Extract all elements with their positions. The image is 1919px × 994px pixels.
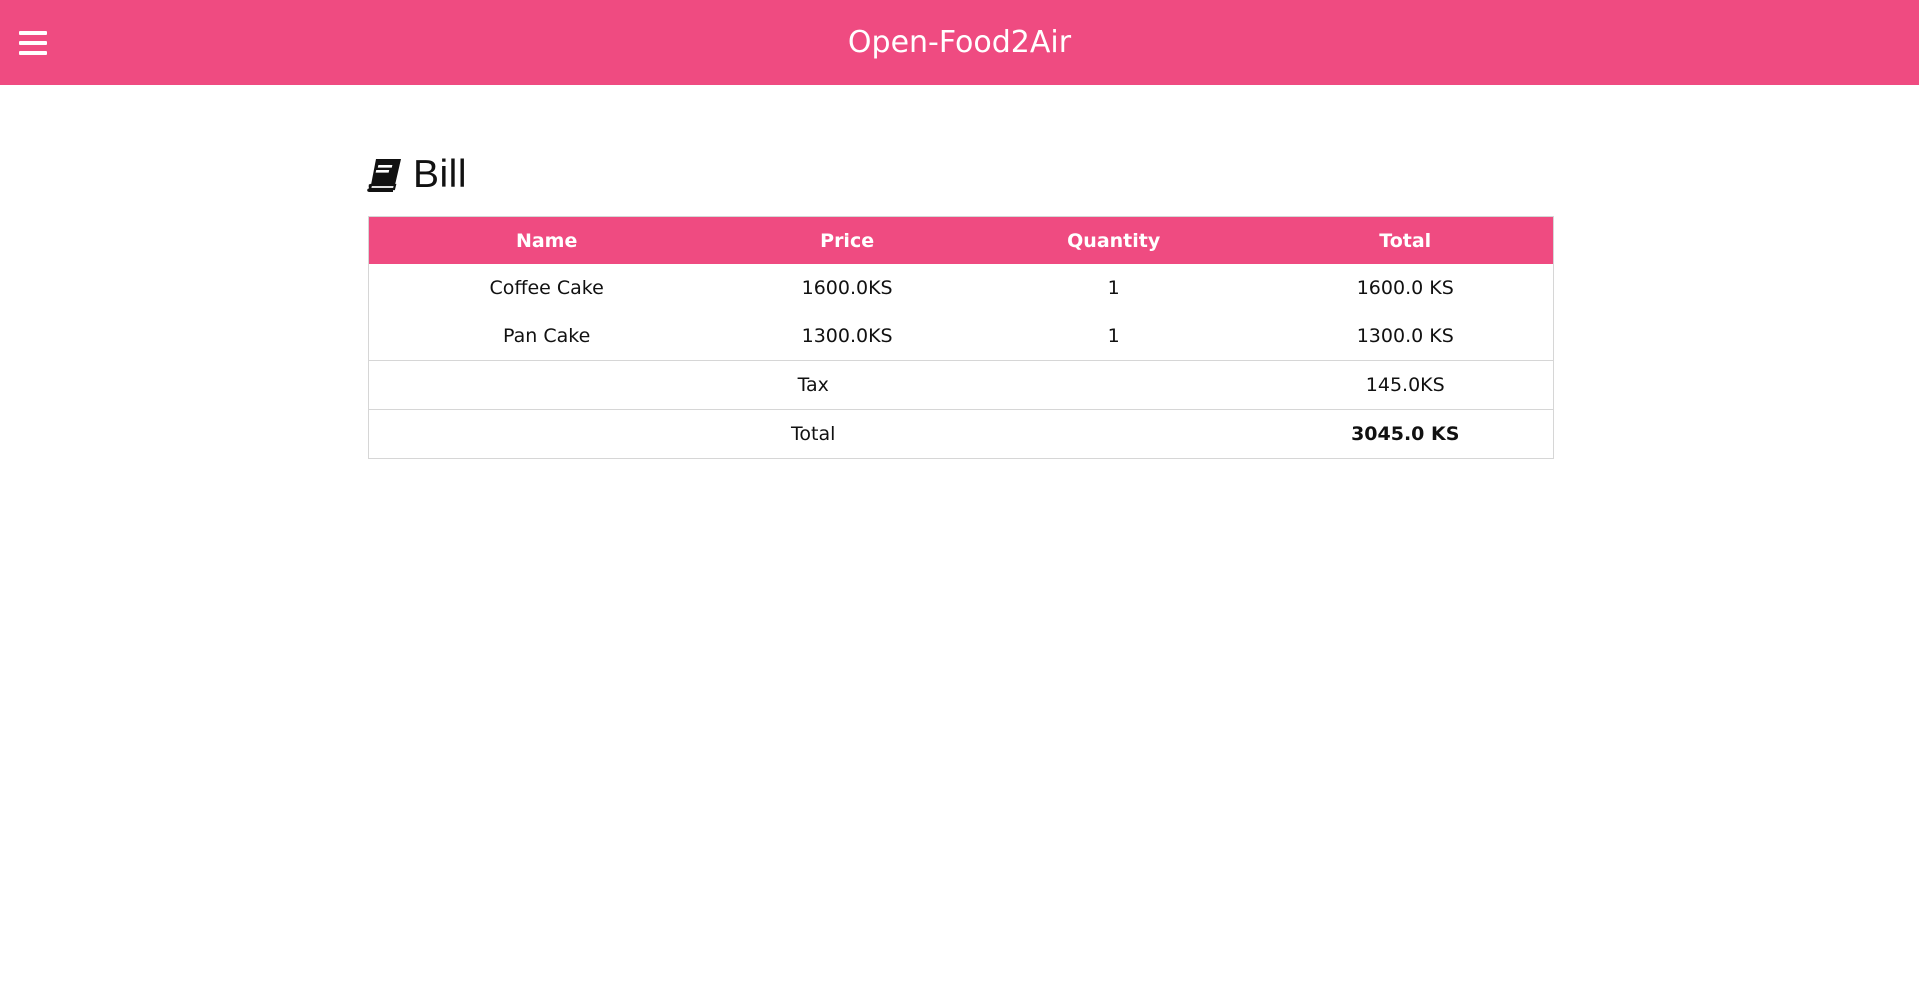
table-header-row: Name Price Quantity Total <box>368 216 1554 264</box>
item-name: Pan Cake <box>503 325 591 347</box>
tax-value: 145.0KS <box>1257 360 1554 410</box>
item-total: 1300.0 KS <box>1356 325 1454 347</box>
book-icon <box>367 159 401 192</box>
item-name: Coffee Cake <box>489 277 604 299</box>
page-title: Bill <box>413 153 468 196</box>
item-price: 1600.0KS <box>801 277 893 299</box>
grand-total-value: 3045.0 KS <box>1257 409 1554 459</box>
grand-total-label: Total <box>368 409 1258 459</box>
column-header-total: Total <box>1257 216 1554 264</box>
table-row: Coffee Cake 1600.0KS 1 1600.0 KS <box>369 264 1554 312</box>
page-heading: Bill <box>367 152 467 198</box>
tax-label: Tax <box>368 360 1258 410</box>
grand-total-row: Total 3045.0 KS <box>368 409 1554 459</box>
hamburger-menu-icon[interactable] <box>19 31 47 56</box>
item-total: 1600.0 KS <box>1356 277 1454 299</box>
column-header-name: Name <box>368 216 725 264</box>
item-price: 1300.0KS <box>801 325 893 347</box>
column-header-price: Price <box>724 216 970 264</box>
item-quantity: 1 <box>1107 325 1120 347</box>
bill-table: Name Price Quantity Total Coffee Cake 16… <box>368 216 1554 459</box>
top-app-bar: Open-Food2Air <box>0 0 1919 85</box>
table-row: Pan Cake 1300.0KS 1 1300.0 KS <box>369 312 1554 361</box>
app-title: Open-Food2Air <box>847 25 1072 60</box>
tax-row: Tax 145.0KS <box>368 360 1554 410</box>
column-header-quantity: Quantity <box>969 216 1258 264</box>
item-quantity: 1 <box>1107 277 1120 299</box>
